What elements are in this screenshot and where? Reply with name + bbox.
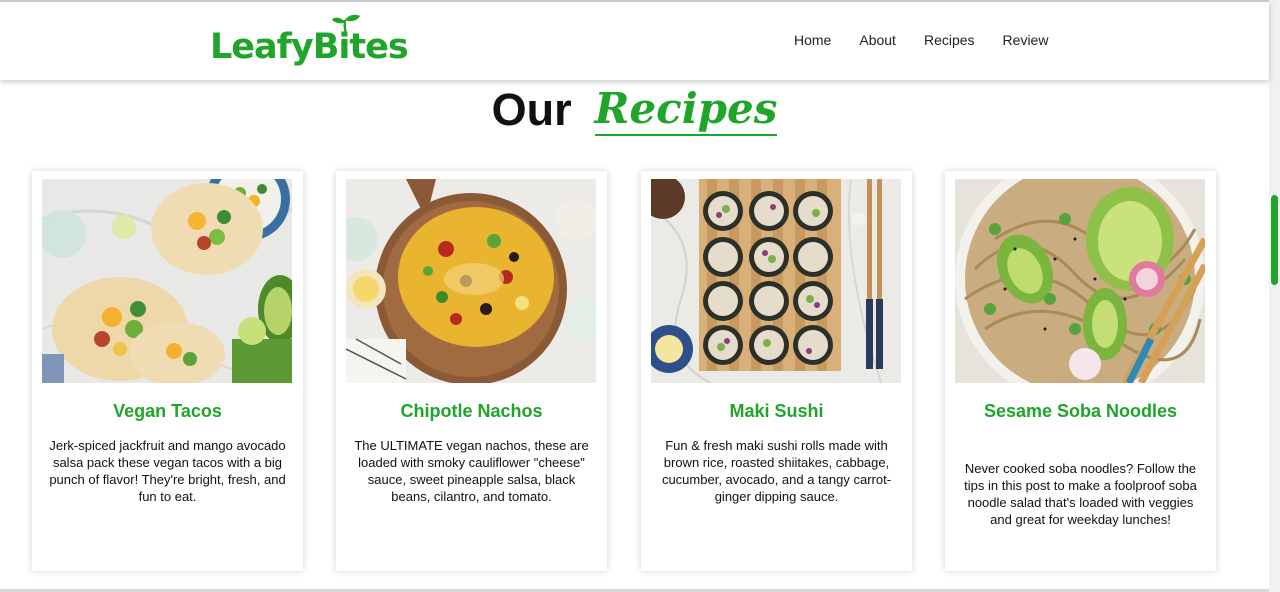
scrollbar-thumb[interactable]	[1271, 195, 1278, 285]
recipe-title[interactable]: Maki Sushi	[661, 399, 892, 423]
main-nav: Home About Recipes Review	[794, 32, 1048, 48]
recipe-image-sesame-soba-noodles	[955, 179, 1205, 383]
recipe-description: The ULTIMATE vegan nachos, these are loa…	[354, 438, 589, 504]
recipe-description: Fun & fresh maki sushi rolls made with b…	[661, 438, 892, 504]
section-title: Our Recipes	[0, 84, 1269, 136]
recipe-card-maki-sushi[interactable]: Maki Sushi Fun & fresh maki sushi rolls …	[641, 171, 912, 571]
recipe-title[interactable]: Chipotle Nachos	[356, 399, 587, 423]
site-header: LeafyBites Home About Recipes Review	[0, 2, 1269, 80]
nav-review[interactable]: Review	[1003, 32, 1049, 48]
recipe-card-chipotle-nachos[interactable]: Chipotle Nachos The ULTIMATE vegan nacho…	[336, 171, 607, 571]
site-logo[interactable]: LeafyBites	[210, 26, 409, 68]
page: LeafyBites Home About Recipes Review Our…	[0, 0, 1280, 592]
leaf-sprout-icon	[332, 14, 360, 36]
recipe-title[interactable]: Sesame Soba Noodles	[965, 399, 1196, 423]
nav-home[interactable]: Home	[794, 32, 831, 48]
recipe-description: Never cooked soba noodles? Follow the ti…	[964, 461, 1197, 527]
recipe-image-chipotle-nachos	[346, 179, 596, 383]
nav-about[interactable]: About	[859, 32, 896, 48]
recipe-image-maki-sushi	[651, 179, 901, 383]
section-title-accent: Recipes	[594, 84, 778, 136]
recipe-card-vegan-tacos[interactable]: Vegan Tacos Jerk-spiced jackfruit and ma…	[32, 171, 303, 571]
nav-recipes[interactable]: Recipes	[924, 32, 975, 48]
recipe-description: Jerk-spiced jackfruit and mango avocado …	[49, 438, 286, 504]
section-title-plain: Our	[491, 84, 572, 135]
recipe-title[interactable]: Vegan Tacos	[52, 399, 283, 423]
vertical-scrollbar[interactable]	[1269, 0, 1280, 592]
recipe-image-vegan-tacos	[42, 179, 292, 383]
recipe-card-sesame-soba-noodles[interactable]: Sesame Soba Noodles Never cooked soba no…	[945, 171, 1216, 571]
